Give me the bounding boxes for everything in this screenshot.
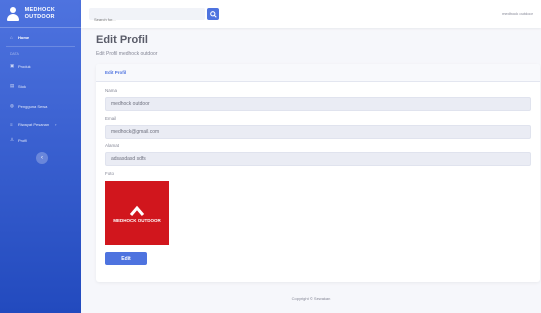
name-field[interactable]: medhock outdoor — [105, 97, 531, 111]
sidebar-item-label: Produk — [18, 63, 31, 69]
page-title: Edit Profil — [96, 34, 148, 46]
sidebar-item-label: Home — [18, 34, 30, 40]
sidebar-item-pengguna-sewa[interactable]: ◍ Pengguna Sewa — [0, 99, 81, 113]
sidebar-item-label: Pengguna Sewa — [18, 103, 48, 109]
receipt-icon: ≡ — [10, 121, 13, 127]
sidebar: MEDHOCK OUTDOOR ⌂ Home DATA ▣ Produk ▤ S… — [0, 0, 81, 313]
topbar: medhock outdoor — [81, 0, 541, 28]
sidebar-toggle-button[interactable]: ‹ — [36, 152, 48, 164]
sidebar-item-label: Profil — [18, 137, 28, 143]
user-icon — [6, 6, 19, 22]
search-button[interactable] — [207, 8, 219, 20]
sidebar-heading: DATA — [10, 52, 19, 56]
sidebar-item-riwayat-pesanan[interactable]: ≡ Riwayat Pesanan › — [0, 117, 81, 131]
search-box — [89, 8, 205, 26]
sidebar-item-produk[interactable]: ▣ Produk — [0, 59, 81, 73]
card-header: Edit Profil — [96, 64, 540, 82]
sidebar-brand[interactable]: MEDHOCK OUTDOOR — [0, 0, 81, 28]
name-label: Nama — [105, 88, 118, 93]
address-field[interactable]: adsasdasd sdfs — [105, 152, 531, 166]
sidebar-item-stok[interactable]: ▤ Stok — [0, 79, 81, 93]
email-field[interactable]: medhock@gmail.com — [105, 125, 531, 139]
photo-label: Foto — [105, 171, 115, 176]
sidebar-item-label: Riwayat Pesanan — [18, 121, 50, 127]
edit-profile-card: Edit Profil Nama medhock outdoor Email m… — [96, 64, 540, 282]
search-icon — [209, 10, 217, 18]
user-icon: ♙ — [10, 137, 15, 142]
sidebar-item-profil[interactable]: ♙ Profil — [0, 133, 81, 147]
box-icon: ▣ — [10, 63, 15, 68]
mountain-logo-icon — [129, 205, 145, 216]
search-input[interactable] — [89, 13, 189, 26]
layers-icon: ▤ — [10, 83, 15, 88]
profile-photo: MEDHOCK OUTDOOR — [105, 181, 169, 245]
logo-text: MEDHOCK OUTDOOR — [113, 218, 161, 223]
chevron-right-icon: › — [55, 121, 57, 127]
email-label: Email — [105, 116, 117, 121]
user-name[interactable]: medhock outdoor — [502, 11, 533, 16]
sidebar-divider — [6, 46, 75, 47]
address-label: Alamat — [105, 143, 120, 148]
footer-copyright: Copyright © Sewakan — [291, 296, 331, 301]
page-subtitle: Edit Profil medhock outdoor — [96, 51, 158, 57]
sidebar-item-label: Stok — [18, 83, 27, 89]
edit-button[interactable]: Edit — [105, 252, 147, 265]
sidebar-item-home[interactable]: ⌂ Home — [0, 30, 81, 44]
home-icon: ⌂ — [10, 34, 13, 40]
brand-name: MEDHOCK OUTDOOR — [24, 6, 56, 20]
users-icon: ◍ — [10, 103, 14, 108]
